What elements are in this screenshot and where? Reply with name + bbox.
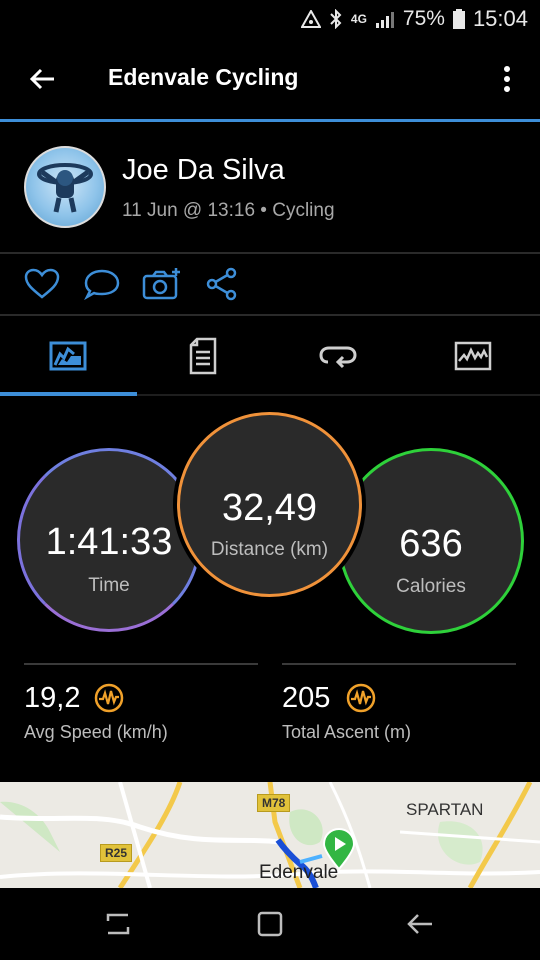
tab-bar: [0, 316, 540, 396]
tab-charts[interactable]: [405, 316, 540, 396]
calories-value: 636: [399, 523, 463, 565]
back-nav-button[interactable]: [400, 906, 440, 942]
total-ascent-value: 205: [282, 682, 331, 714]
battery-percent: 75%: [402, 7, 445, 30]
tab-indicator: [0, 392, 137, 396]
road-badge: R25: [100, 844, 133, 862]
app-bar: Edenvale Cycling: [0, 38, 540, 120]
add-photo-button[interactable]: [142, 264, 182, 304]
user-name[interactable]: Joe Da Silva: [122, 154, 285, 187]
back-nav-icon: [407, 914, 432, 934]
arrow-left-icon: [29, 68, 54, 90]
signal-icon: [375, 12, 394, 28]
activity-meta: 11 Jun @ 13:16 • Cycling: [122, 200, 335, 221]
home-icon: [257, 911, 283, 937]
system-nav-bar: [0, 888, 540, 960]
distance-value: 32,49: [221, 487, 318, 529]
charts-icon: [454, 341, 491, 371]
share-button[interactable]: [202, 264, 242, 304]
add-photo-icon: [142, 268, 180, 300]
route-map[interactable]: M78 R25 SPARTAN Edenvale: [0, 782, 540, 888]
map-label: SPARTAN: [406, 800, 484, 819]
comment-button[interactable]: [82, 264, 122, 304]
more-vertical-icon: [504, 66, 510, 92]
status-icons: 4G: [300, 9, 395, 29]
total-ascent-label: Total Ascent (m): [282, 722, 412, 742]
pulse-badge-icon[interactable]: [346, 683, 376, 713]
distance-label: Distance (km): [210, 539, 329, 560]
distance-ring: 32,49 Distance (km): [177, 412, 362, 597]
laps-icon: [318, 346, 357, 369]
clock: 15:04: [472, 6, 528, 31]
status-bar: 4G 75% 15:04: [0, 0, 540, 38]
back-button[interactable]: [26, 60, 58, 98]
home-button[interactable]: [250, 906, 290, 942]
tab-laps[interactable]: [270, 316, 405, 396]
like-button[interactable]: [22, 264, 62, 304]
more-options-button[interactable]: [494, 60, 520, 98]
share-icon: [206, 267, 237, 301]
time-ring: 1:41:33 Time: [17, 448, 201, 632]
pulse-badge-icon[interactable]: [94, 683, 124, 713]
avatar[interactable]: [24, 146, 106, 228]
avg-speed-value: 19,2: [24, 682, 81, 714]
page-title: Edenvale Cycling: [108, 64, 299, 90]
avg-speed-label: Avg Speed (km/h): [24, 722, 168, 742]
calories-label: Calories: [396, 576, 466, 597]
start-marker-icon[interactable]: [322, 828, 356, 870]
calories-ring: 636 Calories: [338, 448, 524, 634]
comment-icon: [84, 269, 120, 300]
recent-apps-icon: [106, 913, 130, 935]
heart-icon: [24, 268, 60, 299]
activity-header: Joe Da Silva 11 Jun @ 13:16 • Cycling: [0, 122, 540, 252]
road-badge: M78: [257, 794, 291, 812]
time-value: 1:41:33: [45, 521, 173, 563]
tab-details[interactable]: [135, 316, 270, 396]
time-label: Time: [88, 575, 130, 596]
details-icon: [189, 337, 216, 375]
bluetooth-icon: [330, 9, 342, 29]
avatar-image: [37, 163, 93, 213]
stat-divider: [24, 663, 258, 665]
action-row: [0, 254, 540, 314]
tab-overview[interactable]: [0, 316, 135, 396]
data-saver-icon: [300, 10, 321, 28]
battery-icon: [452, 9, 465, 29]
network-type: 4G: [350, 12, 367, 26]
overview-icon: [49, 341, 86, 371]
stat-divider: [282, 663, 516, 665]
recent-apps-button[interactable]: [98, 906, 138, 942]
